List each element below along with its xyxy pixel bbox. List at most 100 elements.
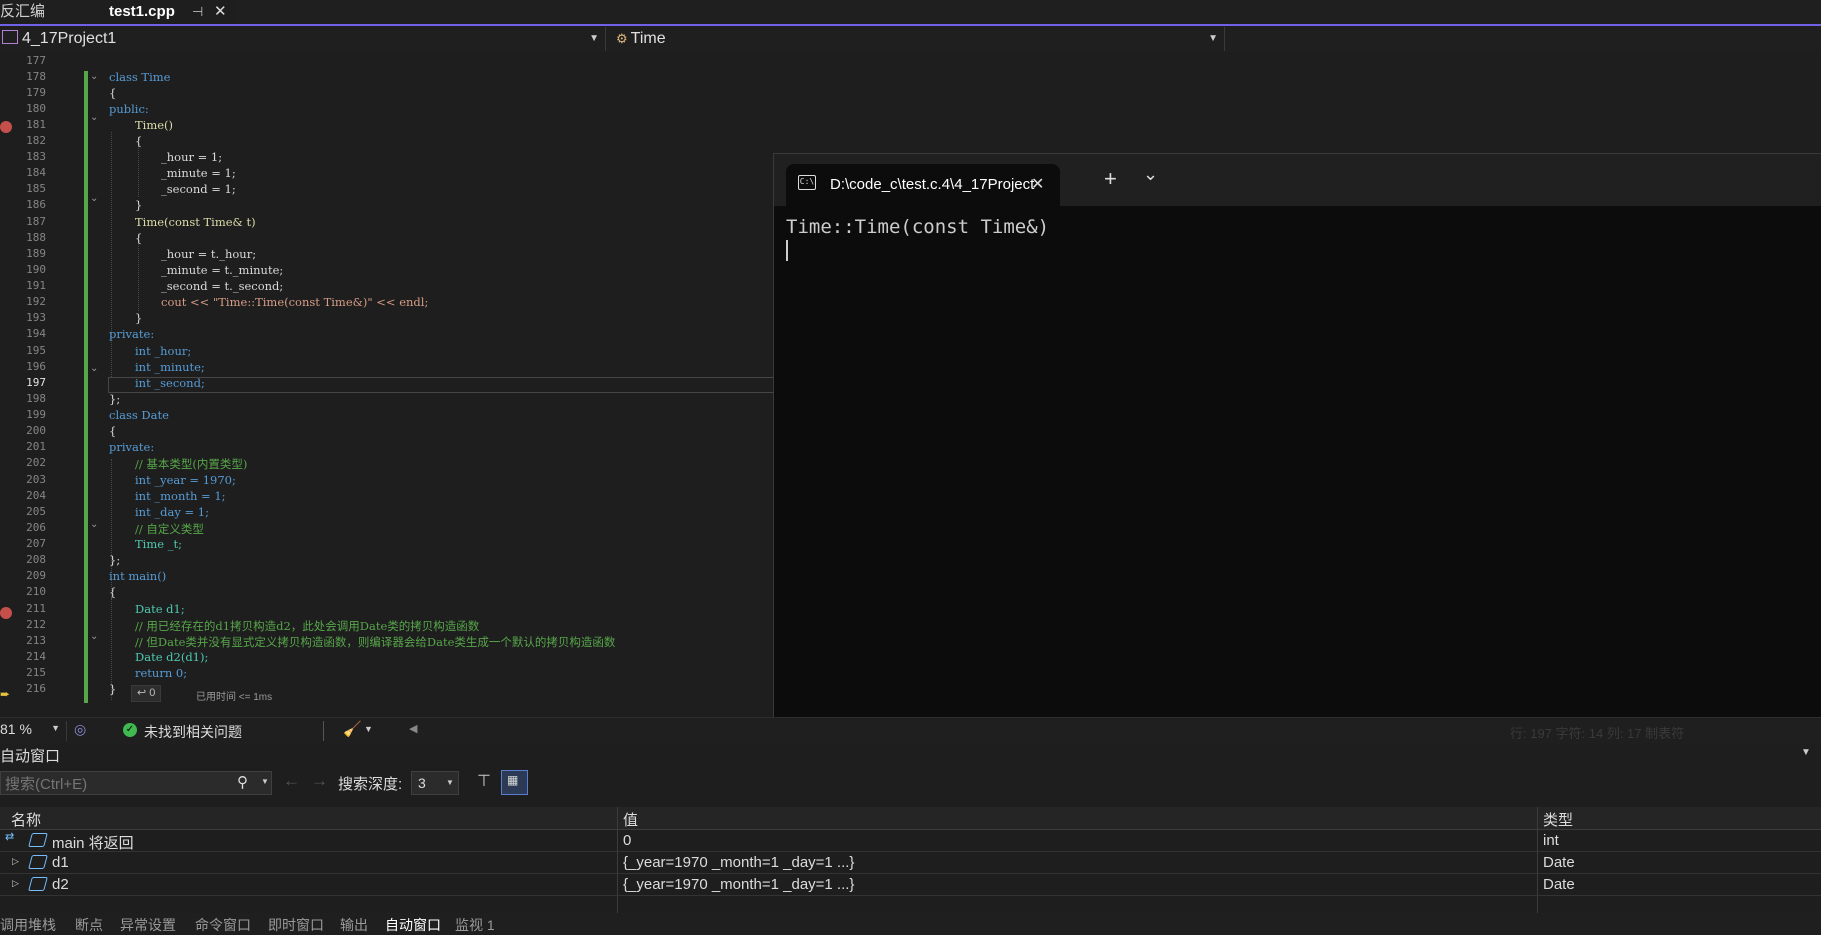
bottom-tool-tabs: 调用堆栈 断点 异常设置 命令窗口 即时窗口 输出 自动窗口 监视 1 (0, 913, 1821, 933)
tab-call-stack[interactable]: 调用堆栈 (0, 915, 56, 935)
search-input[interactable] (3, 773, 237, 795)
chevron-down-icon[interactable]: ▼ (364, 724, 373, 734)
code-line: cout << "Time::Time(const Time&)" << end… (161, 295, 429, 309)
scroll-left-icon[interactable]: ◀ (409, 722, 417, 735)
change-tracking-bar (84, 71, 88, 703)
document-tab-strip: 反汇编 test1.cpp ⊣ ✕ (0, 0, 1821, 26)
project-dropdown[interactable]: 4_17Project1 ▼ (0, 27, 606, 51)
console-tab-bar: C:\ D:\code_c\test.c.4\4_17Project ✕ + ⌄ (774, 154, 1821, 206)
line-number: 205 (26, 505, 46, 518)
code-line: int _month = 1; (135, 489, 226, 503)
code-line: _second = 1; (161, 182, 236, 196)
search-depth-label: 搜索深度: (338, 776, 403, 793)
chevron-down-icon[interactable]: ▼ (261, 777, 269, 786)
search-icon[interactable]: ⚲ (237, 773, 248, 791)
collapse-chevron-icon[interactable]: ⌄ (90, 193, 98, 204)
line-number: 214 (26, 650, 46, 663)
column-header-type[interactable]: 类型 (1543, 809, 1573, 830)
view-toggle-button[interactable]: ▦ (501, 770, 528, 795)
chevron-down-icon[interactable]: ⌄ (1143, 164, 1158, 185)
tab-exception-settings[interactable]: 异常设置 (120, 915, 176, 935)
line-number: 210 (26, 585, 46, 598)
copilot-icon[interactable]: ◎ (74, 721, 86, 738)
project-name: 4_17Project1 (22, 30, 117, 47)
tab-breakpoints[interactable]: 断点 (75, 915, 103, 935)
scope-dropdown[interactable]: ⚙ Time ▼ (614, 27, 1225, 51)
close-icon[interactable]: ✕ (214, 0, 227, 24)
code-line: // 但Date类并没有显式定义拷贝构造函数，则编译器会给Date类生成一个默认… (135, 635, 616, 649)
code-line: return 0; (135, 666, 188, 680)
cleanup-brush-icon[interactable]: 🧹 (343, 720, 362, 738)
line-number: 178 (26, 70, 46, 83)
code-line: } (109, 682, 117, 696)
code-line: int _minute; (135, 360, 205, 374)
collapse-chevron-icon[interactable]: ⌄ (90, 519, 98, 530)
return-value-hint: ↩ 0 (131, 685, 162, 702)
zoom-dropdown[interactable]: 81 % ▼ (0, 721, 67, 741)
console-tab[interactable]: C:\ D:\code_c\test.c.4\4_17Project ✕ (786, 164, 1060, 206)
variable-value[interactable]: 0 (623, 832, 631, 849)
variable-type: Date (1543, 854, 1575, 871)
object-icon (28, 855, 48, 869)
scope-name: Time (630, 30, 666, 47)
new-tab-icon[interactable]: + (1104, 166, 1117, 192)
variable-type: int (1543, 832, 1559, 849)
cursor-position-faded: 行: 197 字符: 14 列: 17 制表符 (1510, 726, 1685, 741)
code-line: Time() (135, 118, 174, 132)
line-number: 180 (26, 102, 46, 115)
issues-status[interactable]: 未找到相关问题 (144, 722, 242, 742)
line-number: 195 (26, 344, 46, 357)
instruction-pointer-icon: ➨ (0, 687, 11, 701)
pin-icon[interactable]: ⊤ (477, 771, 491, 791)
object-icon (28, 877, 48, 891)
line-number: 185 (26, 182, 46, 195)
close-icon[interactable]: ✕ (1031, 174, 1044, 194)
tab-disassembly[interactable]: 反汇编 (0, 0, 100, 24)
pin-icon[interactable]: ⊣ (192, 0, 203, 24)
chevron-down-icon[interactable]: ▼ (1801, 747, 1811, 758)
line-number: 199 (26, 408, 46, 421)
table-row[interactable]: ▷ d1 {_year=1970 _month=1 _day=1 ...} Da… (0, 852, 1821, 874)
breakpoint-icon[interactable] (0, 121, 12, 133)
table-row[interactable]: ▷ d2 {_year=1970 _month=1 _day=1 ...} Da… (0, 874, 1821, 896)
tab-immediate-window[interactable]: 即时窗口 (268, 915, 324, 935)
back-arrow-icon[interactable]: ← (283, 771, 300, 791)
search-box[interactable]: ⚲ ▼ (0, 771, 272, 795)
divider (323, 721, 324, 741)
code-line: }; (109, 392, 121, 406)
expand-arrow-icon[interactable]: ▷ (12, 878, 19, 889)
code-line: { (109, 585, 117, 599)
code-line: class Time (109, 70, 171, 84)
tab-watch-1[interactable]: 监视 1 (455, 915, 495, 935)
column-header-value[interactable]: 值 (623, 809, 638, 830)
line-number: 198 (26, 392, 46, 405)
code-line: private: (109, 440, 155, 454)
variable-value[interactable]: {_year=1970 _month=1 _day=1 ...} (623, 854, 854, 871)
expand-arrow-icon[interactable]: ▷ (12, 856, 19, 867)
breakpoint-icon[interactable] (0, 607, 12, 619)
console-window[interactable]: C:\ D:\code_c\test.c.4\4_17Project ✕ + ⌄… (773, 153, 1821, 733)
chevron-down-icon: ▼ (446, 778, 454, 787)
forward-arrow-icon[interactable]: → (311, 771, 328, 791)
chevron-down-icon: ▼ (589, 33, 599, 44)
line-number: 186 (26, 198, 46, 211)
line-number: 183 (26, 150, 46, 163)
tab-output[interactable]: 输出 (340, 915, 368, 935)
code-line: int _year = 1970; (135, 473, 236, 487)
table-row[interactable]: ⇄ main 将返回 0 int (0, 830, 1821, 852)
code-line: _second = t._second; (161, 279, 284, 293)
tab-command-window[interactable]: 命令窗口 (195, 915, 251, 935)
collapse-chevron-icon[interactable]: ⌄ (90, 363, 98, 374)
collapse-chevron-icon[interactable]: ⌄ (90, 71, 98, 82)
code-line: Time(const Time& t) (135, 215, 256, 229)
autos-grid-header: 名称 值 类型 (0, 807, 1821, 830)
column-header-name[interactable]: 名称 (11, 809, 41, 830)
collapse-chevron-icon[interactable]: ⌄ (90, 112, 98, 123)
tab-autos[interactable]: 自动窗口 (385, 915, 441, 935)
search-depth-dropdown[interactable]: 3 ▼ (411, 771, 459, 795)
collapse-chevron-icon[interactable]: ⌄ (90, 631, 98, 642)
variable-value[interactable]: {_year=1970 _month=1 _day=1 ...} (623, 876, 854, 893)
text-cursor (786, 240, 788, 261)
line-number: 216 (26, 682, 46, 695)
tab-test1-cpp[interactable]: test1.cpp ⊣ ✕ (100, 0, 234, 24)
